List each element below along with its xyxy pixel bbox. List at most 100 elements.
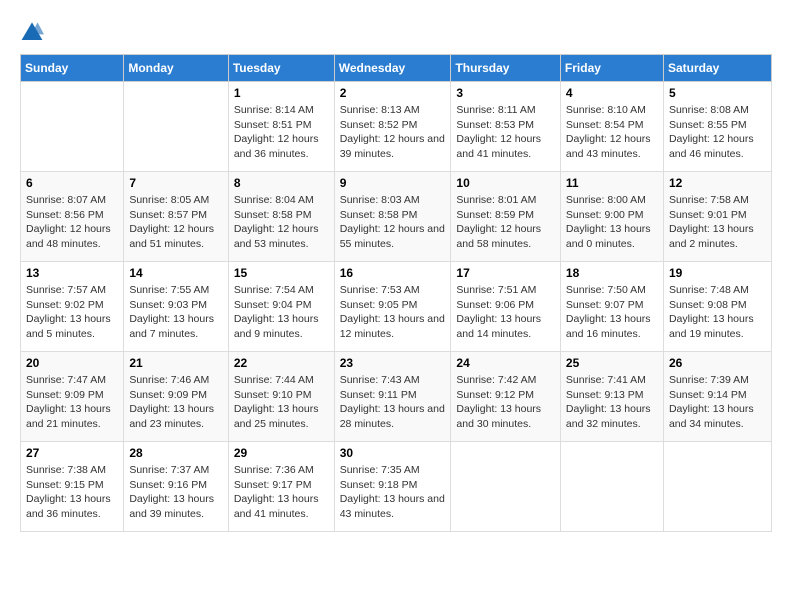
day-number: 21 xyxy=(129,356,222,370)
calendar-table: SundayMondayTuesdayWednesdayThursdayFrid… xyxy=(20,54,772,532)
day-number: 12 xyxy=(669,176,766,190)
day-number: 19 xyxy=(669,266,766,280)
calendar-cell: 3Sunrise: 8:11 AMSunset: 8:53 PMDaylight… xyxy=(451,82,561,172)
calendar-cell: 15 Sunrise: 7:54 AMSunset: 9:04 PMDayligh… xyxy=(228,262,334,352)
calendar-cell: 26 Sunrise: 7:39 AMSunset: 9:14 PMDayligh… xyxy=(663,352,771,442)
logo xyxy=(20,20,48,44)
header-day-sunday: Sunday xyxy=(21,55,124,82)
day-number: 4 xyxy=(566,86,658,100)
day-number: 5 xyxy=(669,86,766,100)
day-number: 9 xyxy=(340,176,446,190)
calendar-cell: 14Sunrise: 7:55 AMSunset: 9:03 PMDayligh… xyxy=(124,262,228,352)
day-number: 25 xyxy=(566,356,658,370)
week-row-1: 1 Sunrise: 8:14 AMSunset: 8:51 PMDaylight… xyxy=(21,82,772,172)
calendar-cell xyxy=(451,442,561,532)
calendar-cell: 1 Sunrise: 8:14 AMSunset: 8:51 PMDaylight… xyxy=(228,82,334,172)
header-day-friday: Friday xyxy=(560,55,663,82)
day-number: 1 xyxy=(234,86,329,100)
day-number: 13 xyxy=(26,266,118,280)
calendar-cell: 18 Sunrise: 7:50 AMSunset: 9:07 PMDayligh… xyxy=(560,262,663,352)
day-number: 26 xyxy=(669,356,766,370)
day-info: Sunrise: 7:50 AMSunset: 9:07 PMDaylight:… xyxy=(566,283,658,342)
day-info: Sunrise: 7:38 AMSunset: 9:15 PMDaylight:… xyxy=(26,463,118,522)
header-row: SundayMondayTuesdayWednesdayThursdayFrid… xyxy=(21,55,772,82)
day-number: 18 xyxy=(566,266,658,280)
calendar-cell: 17 Sunrise: 7:51 AMSunset: 9:06 PMDayligh… xyxy=(451,262,561,352)
day-info: Sunrise: 7:58 AMSunset: 9:01 PMDaylight:… xyxy=(669,193,766,252)
day-info: Sunrise: 7:53 AMSunset: 9:05 PMDaylight:… xyxy=(340,283,446,342)
calendar-cell: 5 Sunrise: 8:08 AMSunset: 8:55 PMDaylight… xyxy=(663,82,771,172)
calendar-body: 1 Sunrise: 8:14 AMSunset: 8:51 PMDaylight… xyxy=(21,82,772,532)
header-day-saturday: Saturday xyxy=(663,55,771,82)
day-number: 24 xyxy=(456,356,555,370)
day-number: 20 xyxy=(26,356,118,370)
calendar-cell xyxy=(560,442,663,532)
day-info: Sunrise: 7:46 AMSunset: 9:09 PMDaylight:… xyxy=(129,373,222,432)
calendar-cell: 8 Sunrise: 8:04 AMSunset: 8:58 PMDaylight… xyxy=(228,172,334,262)
calendar-cell: 13Sunrise: 7:57 AMSunset: 9:02 PMDayligh… xyxy=(21,262,124,352)
calendar-cell: 10Sunrise: 8:01 AMSunset: 8:59 PMDayligh… xyxy=(451,172,561,262)
day-info: Sunrise: 8:13 AMSunset: 8:52 PMDaylight:… xyxy=(340,103,446,162)
week-row-4: 20Sunrise: 7:47 AMSunset: 9:09 PMDayligh… xyxy=(21,352,772,442)
week-row-5: 27 Sunrise: 7:38 AMSunset: 9:15 PMDayligh… xyxy=(21,442,772,532)
calendar-cell: 21 Sunrise: 7:46 AMSunset: 9:09 PMDayligh… xyxy=(124,352,228,442)
calendar-header: SundayMondayTuesdayWednesdayThursdayFrid… xyxy=(21,55,772,82)
calendar-cell: 6 Sunrise: 8:07 AMSunset: 8:56 PMDaylight… xyxy=(21,172,124,262)
day-info: Sunrise: 7:48 AMSunset: 9:08 PMDaylight:… xyxy=(669,283,766,342)
day-number: 16 xyxy=(340,266,446,280)
day-info: Sunrise: 7:35 AMSunset: 9:18 PMDaylight:… xyxy=(340,463,446,522)
day-number: 17 xyxy=(456,266,555,280)
day-number: 6 xyxy=(26,176,118,190)
day-info: Sunrise: 8:08 AMSunset: 8:55 PMDaylight:… xyxy=(669,103,766,162)
header-day-tuesday: Tuesday xyxy=(228,55,334,82)
calendar-cell xyxy=(663,442,771,532)
day-number: 23 xyxy=(340,356,446,370)
calendar-cell: 28Sunrise: 7:37 AMSunset: 9:16 PMDayligh… xyxy=(124,442,228,532)
header-day-thursday: Thursday xyxy=(451,55,561,82)
calendar-cell: 27 Sunrise: 7:38 AMSunset: 9:15 PMDayligh… xyxy=(21,442,124,532)
logo-icon xyxy=(20,20,44,44)
day-info: Sunrise: 7:43 AMSunset: 9:11 PMDaylight:… xyxy=(340,373,446,432)
day-number: 10 xyxy=(456,176,555,190)
day-info: Sunrise: 7:39 AMSunset: 9:14 PMDaylight:… xyxy=(669,373,766,432)
day-info: Sunrise: 7:41 AMSunset: 9:13 PMDaylight:… xyxy=(566,373,658,432)
day-number: 8 xyxy=(234,176,329,190)
day-info: Sunrise: 7:44 AMSunset: 9:10 PMDaylight:… xyxy=(234,373,329,432)
day-info: Sunrise: 8:04 AMSunset: 8:58 PMDaylight:… xyxy=(234,193,329,252)
header-day-wednesday: Wednesday xyxy=(334,55,451,82)
calendar-cell: 25 Sunrise: 7:41 AMSunset: 9:13 PMDayligh… xyxy=(560,352,663,442)
calendar-cell xyxy=(124,82,228,172)
week-row-3: 13Sunrise: 7:57 AMSunset: 9:02 PMDayligh… xyxy=(21,262,772,352)
day-number: 28 xyxy=(129,446,222,460)
day-info: Sunrise: 7:54 AMSunset: 9:04 PMDaylight:… xyxy=(234,283,329,342)
calendar-cell: 29Sunrise: 7:36 AMSunset: 9:17 PMDayligh… xyxy=(228,442,334,532)
page-header xyxy=(20,20,772,44)
calendar-cell: 24 Sunrise: 7:42 AMSunset: 9:12 PMDayligh… xyxy=(451,352,561,442)
calendar-cell xyxy=(21,82,124,172)
day-info: Sunrise: 8:03 AMSunset: 8:58 PMDaylight:… xyxy=(340,193,446,252)
day-number: 2 xyxy=(340,86,446,100)
day-info: Sunrise: 7:51 AMSunset: 9:06 PMDaylight:… xyxy=(456,283,555,342)
calendar-cell: 20Sunrise: 7:47 AMSunset: 9:09 PMDayligh… xyxy=(21,352,124,442)
calendar-cell: 7 Sunrise: 8:05 AMSunset: 8:57 PMDaylight… xyxy=(124,172,228,262)
calendar-cell: 22Sunrise: 7:44 AMSunset: 9:10 PMDayligh… xyxy=(228,352,334,442)
day-info: Sunrise: 8:05 AMSunset: 8:57 PMDaylight:… xyxy=(129,193,222,252)
calendar-cell: 9 Sunrise: 8:03 AMSunset: 8:58 PMDaylight… xyxy=(334,172,451,262)
day-info: Sunrise: 8:10 AMSunset: 8:54 PMDaylight:… xyxy=(566,103,658,162)
day-number: 15 xyxy=(234,266,329,280)
calendar-cell: 16 Sunrise: 7:53 AMSunset: 9:05 PMDayligh… xyxy=(334,262,451,352)
calendar-cell: 12 Sunrise: 7:58 AMSunset: 9:01 PMDayligh… xyxy=(663,172,771,262)
day-info: Sunrise: 8:14 AMSunset: 8:51 PMDaylight:… xyxy=(234,103,329,162)
day-number: 30 xyxy=(340,446,446,460)
day-info: Sunrise: 8:07 AMSunset: 8:56 PMDaylight:… xyxy=(26,193,118,252)
day-info: Sunrise: 7:55 AMSunset: 9:03 PMDaylight:… xyxy=(129,283,222,342)
day-number: 27 xyxy=(26,446,118,460)
day-info: Sunrise: 8:11 AMSunset: 8:53 PMDaylight:… xyxy=(456,103,555,162)
day-info: Sunrise: 7:36 AMSunset: 9:17 PMDaylight:… xyxy=(234,463,329,522)
week-row-2: 6 Sunrise: 8:07 AMSunset: 8:56 PMDaylight… xyxy=(21,172,772,262)
day-info: Sunrise: 8:00 AMSunset: 9:00 PMDaylight:… xyxy=(566,193,658,252)
calendar-cell: 4 Sunrise: 8:10 AMSunset: 8:54 PMDaylight… xyxy=(560,82,663,172)
day-info: Sunrise: 7:42 AMSunset: 9:12 PMDaylight:… xyxy=(456,373,555,432)
calendar-cell: 30 Sunrise: 7:35 AMSunset: 9:18 PMDayligh… xyxy=(334,442,451,532)
day-number: 7 xyxy=(129,176,222,190)
